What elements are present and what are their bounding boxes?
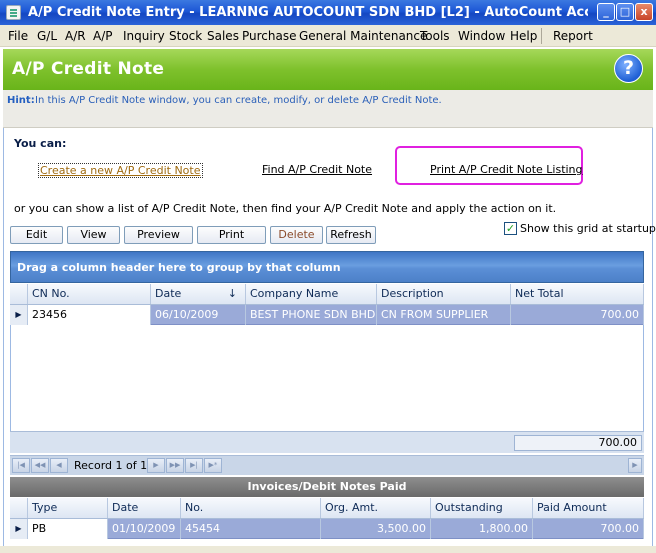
record-navigator: |◀ ◀◀ ◀ Record 1 of 1 ▶ ▶▶ ▶| ▶* ▶ xyxy=(10,455,644,475)
hint-text: In this A/P Credit Note window, you can … xyxy=(35,95,442,106)
cell-type[interactable]: PB xyxy=(28,519,108,539)
cell-date[interactable]: 06/10/2009 xyxy=(151,305,246,325)
page-header: A/P Credit Note ? xyxy=(3,49,653,90)
hint-label: Hint: xyxy=(7,95,35,106)
page-title: A/P Credit Note xyxy=(12,59,165,79)
cell-no[interactable]: 45454 xyxy=(181,519,321,539)
cell-company-name[interactable]: BEST PHONE SDN BHD xyxy=(246,305,377,325)
column-no[interactable]: No. xyxy=(181,498,321,518)
column-outstanding[interactable]: Outstanding xyxy=(431,498,533,518)
grid-header: CN No. Date ↓ Company Name Description N… xyxy=(10,284,644,305)
column-cn-no[interactable]: CN No. xyxy=(28,284,151,304)
first-record-icon[interactable]: |◀ xyxy=(12,458,30,473)
close-icon[interactable]: x xyxy=(635,3,653,21)
column-date[interactable]: Date ↓ xyxy=(151,284,246,304)
header-indicator xyxy=(10,284,28,304)
paid-section-title: Invoices/Debit Notes Paid xyxy=(10,477,644,497)
edit-button[interactable]: Edit xyxy=(10,226,63,244)
column-company-name[interactable]: Company Name xyxy=(246,284,377,304)
cell-date[interactable]: 01/10/2009 xyxy=(108,519,181,539)
view-button[interactable]: View xyxy=(67,226,120,244)
prev-page-icon[interactable]: ◀◀ xyxy=(31,458,49,473)
menu-file[interactable]: File xyxy=(8,29,28,43)
show-grid-label: Show this grid at startup xyxy=(520,222,656,235)
column-net-total[interactable]: Net Total xyxy=(511,284,644,304)
title-bar: A/P Credit Note Entry - LEARNNG AUTOCOUN… xyxy=(0,0,656,25)
net-total-summary: 700.00 xyxy=(514,435,642,451)
column-date-label: Date xyxy=(155,287,182,300)
next-page-icon[interactable]: ▶▶ xyxy=(166,458,184,473)
find-credit-note-link[interactable]: Find A/P Credit Note xyxy=(262,163,372,176)
grid-footer: 700.00 xyxy=(10,431,644,453)
hint-bar: Hint: In this A/P Credit Note window, yo… xyxy=(3,90,653,128)
instruction-text: or you can show a list of A/P Credit Not… xyxy=(14,202,557,215)
cell-net-total[interactable]: 700.00 xyxy=(511,305,644,325)
menu-ar[interactable]: A/R xyxy=(65,29,86,43)
menu-stock[interactable]: Stock xyxy=(169,29,202,43)
create-credit-note-link[interactable]: Create a new A/P Credit Note xyxy=(38,163,203,178)
end-record-icon[interactable]: ▶* xyxy=(204,458,222,473)
help-icon[interactable]: ? xyxy=(614,54,643,83)
table-row[interactable]: ▶ PB 01/10/2009 45454 3,500.00 1,800.00 … xyxy=(10,519,644,539)
show-grid-checkbox[interactable]: ✓ xyxy=(504,222,517,235)
column-date[interactable]: Date xyxy=(108,498,181,518)
menu-help[interactable]: Help xyxy=(510,29,537,43)
scroll-right-icon[interactable]: ▶ xyxy=(628,458,642,473)
last-record-icon[interactable]: ▶| xyxy=(185,458,203,473)
next-record-icon[interactable]: ▶ xyxy=(147,458,165,473)
column-type[interactable]: Type xyxy=(28,498,108,518)
maximize-icon[interactable]: □ xyxy=(616,3,634,21)
app-icon xyxy=(6,5,21,20)
menu-purchase[interactable]: Purchase xyxy=(242,29,297,43)
row-pointer-icon: ▶ xyxy=(10,519,28,539)
group-by-hint: Drag a column header here to group by th… xyxy=(17,261,341,274)
grid-empty-area xyxy=(10,325,644,431)
menu-general-maintenance[interactable]: General Maintenance xyxy=(299,29,427,43)
cell-outstanding[interactable]: 1,800.00 xyxy=(431,519,533,539)
sort-desc-icon: ↓ xyxy=(227,287,237,300)
record-counter: Record 1 of 1 xyxy=(74,459,148,472)
actions-heading: You can: xyxy=(14,137,67,150)
table-row[interactable]: ▶ 23456 06/10/2009 BEST PHONE SDN BHD CN… xyxy=(10,305,644,325)
minimize-icon[interactable]: _ xyxy=(597,3,615,21)
menu-tools[interactable]: Tools xyxy=(420,29,450,43)
menu-bar: File G/L A/R A/P Inquiry Stock Sales Pur… xyxy=(0,25,656,47)
header-indicator xyxy=(10,498,28,518)
menu-gl[interactable]: G/L xyxy=(37,29,57,43)
menu-report[interactable]: Report xyxy=(553,29,593,43)
window-bottom-border xyxy=(0,546,656,553)
delete-button[interactable]: Delete xyxy=(270,226,323,244)
menu-window[interactable]: Window xyxy=(458,29,505,43)
column-description[interactable]: Description xyxy=(377,284,511,304)
menu-separator xyxy=(541,28,542,44)
paid-grid-header: Type Date No. Org. Amt. Outstanding Paid… xyxy=(10,498,644,519)
refresh-button[interactable]: Refresh xyxy=(326,226,376,244)
cell-cn-no[interactable]: 23456 xyxy=(28,305,151,325)
group-by-panel[interactable]: Drag a column header here to group by th… xyxy=(10,251,644,283)
cell-paid-amount[interactable]: 700.00 xyxy=(533,519,644,539)
print-listing-link[interactable]: Print A/P Credit Note Listing xyxy=(430,163,583,176)
menu-sales[interactable]: Sales xyxy=(207,29,239,43)
preview-button[interactable]: Preview xyxy=(124,226,193,244)
cell-description[interactable]: CN FROM SUPPLIER xyxy=(377,305,511,325)
window-title: A/P Credit Note Entry - LEARNNG AUTOCOUN… xyxy=(28,5,588,20)
row-pointer-icon: ▶ xyxy=(10,305,28,325)
print-button[interactable]: Print xyxy=(197,226,266,244)
menu-ap[interactable]: A/P xyxy=(93,29,113,43)
menu-inquiry[interactable]: Inquiry xyxy=(123,29,165,43)
column-org-amt[interactable]: Org. Amt. xyxy=(321,498,431,518)
cell-org-amt[interactable]: 3,500.00 xyxy=(321,519,431,539)
column-paid-amount[interactable]: Paid Amount xyxy=(533,498,644,518)
prev-record-icon[interactable]: ◀ xyxy=(50,458,68,473)
